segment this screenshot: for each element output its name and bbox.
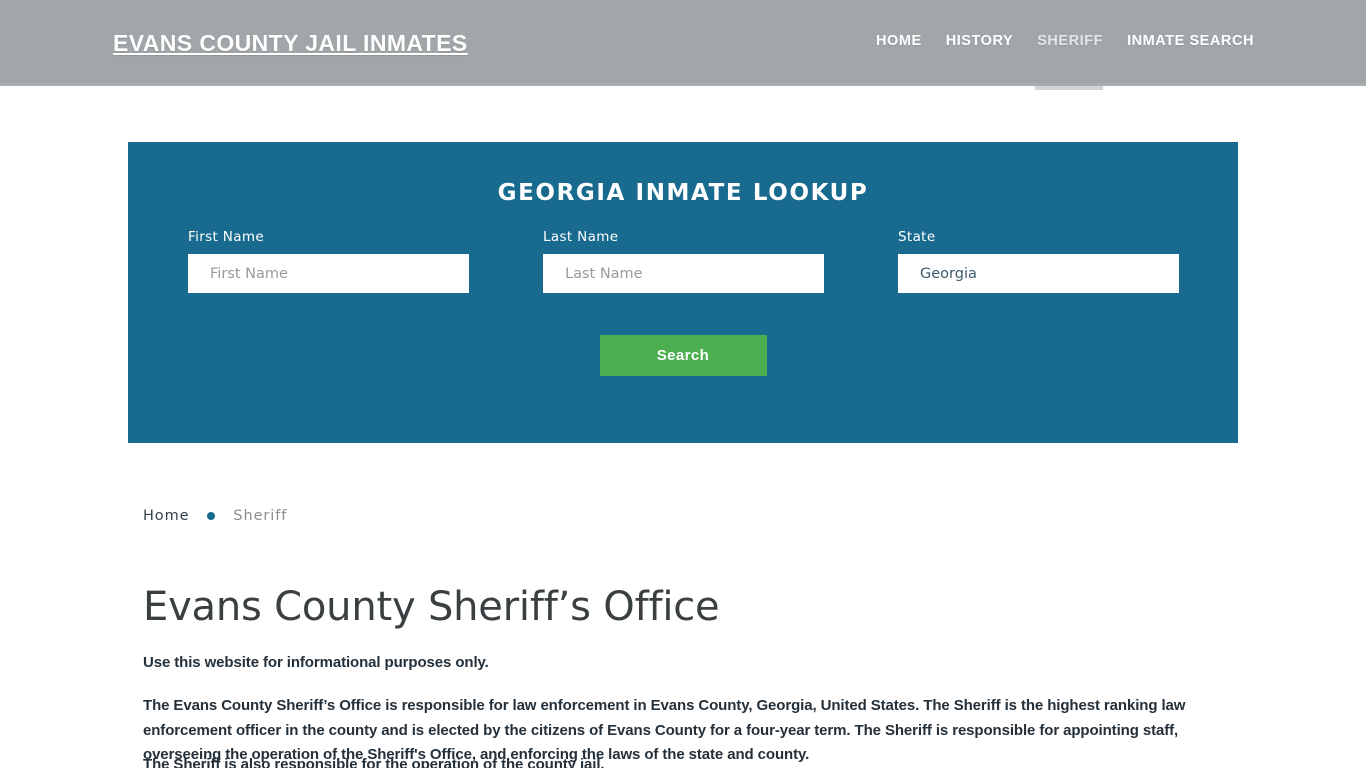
inmate-lookup-panel: GEORGIA INMATE LOOKUP First Name Last Na… [128, 142, 1238, 443]
site-header: EVANS COUNTY JAIL INMATES HOME HISTORY S… [0, 0, 1366, 90]
nav-item-inmate-search[interactable]: INMATE SEARCH [1115, 33, 1254, 49]
page-content: Home Sheriff Evans County Sheriff’s Offi… [143, 500, 1213, 768]
page-lede-text: Use this website for informational purpo… [143, 654, 489, 671]
last-name-field-group: Last Name [543, 229, 824, 293]
last-name-input[interactable] [543, 254, 824, 293]
nav-item-home[interactable]: HOME [864, 33, 934, 49]
lookup-fields-row: First Name Last Name State [128, 229, 1238, 304]
clipped-paragraph-viewport: The Sheriff is also responsible for the … [143, 753, 1213, 768]
breadcrumb-separator-dot-icon [207, 512, 216, 520]
breadcrumb: Home Sheriff [143, 500, 1213, 532]
search-button[interactable]: Search [599, 335, 767, 376]
state-field-group: State [898, 229, 1179, 293]
search-button-wrapper: Search [128, 335, 1238, 376]
lookup-panel-title: GEORGIA INMATE LOOKUP [497, 180, 869, 206]
nav-item-history[interactable]: HISTORY [934, 33, 1026, 49]
page-body-paragraph-clipped: The Sheriff is also responsible for the … [143, 756, 605, 768]
first-name-label: First Name [188, 229, 265, 245]
nav-item-sheriff[interactable]: SHERIFF [1025, 33, 1115, 49]
site-brand-title[interactable]: EVANS COUNTY JAIL INMATES [113, 30, 468, 57]
first-name-field-group: First Name [188, 229, 469, 293]
last-name-label: Last Name [543, 229, 619, 245]
breadcrumb-item-current: Sheriff [233, 508, 288, 524]
state-input[interactable] [898, 254, 1179, 293]
page-title: Evans County Sheriff’s Office [143, 584, 720, 630]
state-label: State [898, 229, 936, 245]
nav-active-indicator [1035, 84, 1103, 90]
first-name-input[interactable] [188, 254, 469, 293]
main-navigation: HOME HISTORY SHERIFF INMATE SEARCH [864, 33, 1254, 49]
breadcrumb-item-home[interactable]: Home [143, 508, 189, 524]
